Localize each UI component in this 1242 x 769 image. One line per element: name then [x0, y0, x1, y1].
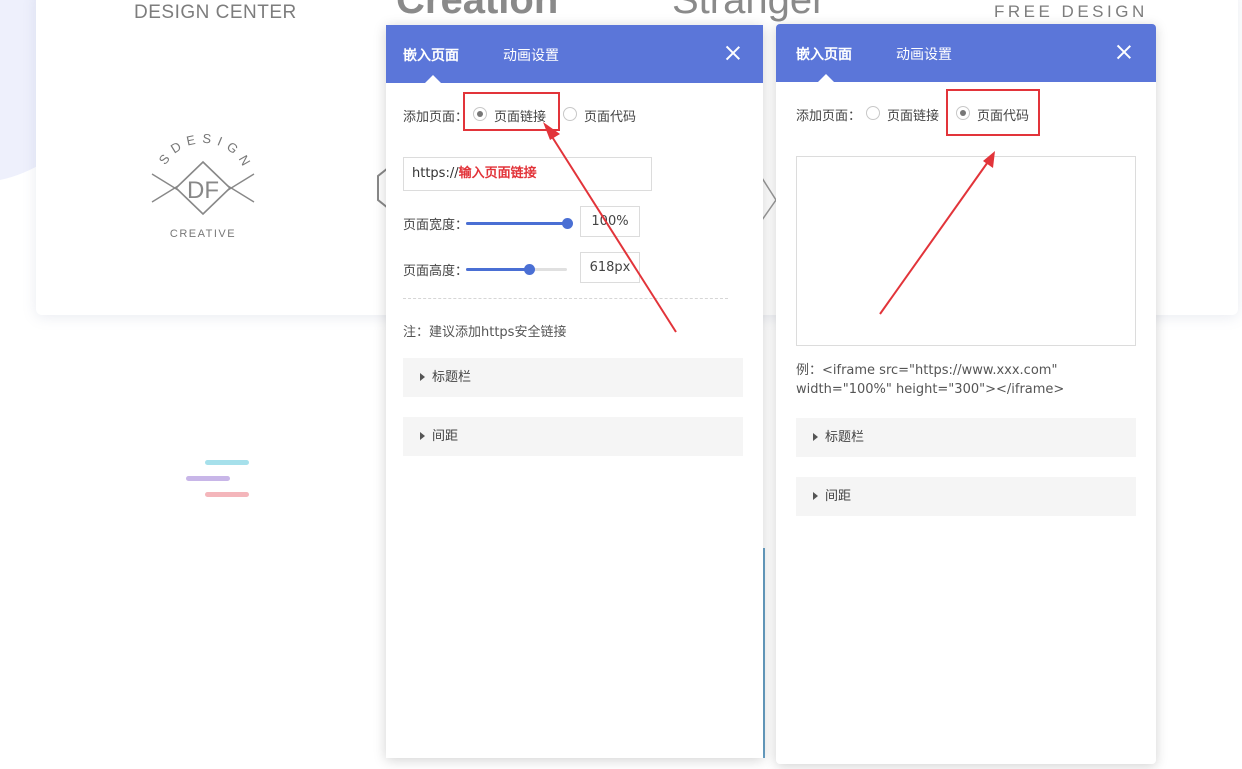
- caret-right-icon: [420, 432, 425, 440]
- tab-animation-settings[interactable]: 动画设置: [503, 45, 559, 65]
- page-url-input[interactable]: https://输入页面链接: [403, 157, 652, 191]
- tab-animation-settings[interactable]: 动画设置: [896, 44, 952, 64]
- tab-embed-page[interactable]: 嵌入页面: [403, 45, 459, 65]
- partial-logo-left: Creation: [396, 0, 559, 22]
- https-note: 注：建议添加https安全链接: [403, 325, 567, 340]
- url-prefix: https://: [412, 166, 459, 181]
- page-width-slider[interactable]: [466, 218, 573, 229]
- radio-page-link[interactable]: [866, 106, 880, 120]
- page-height-slider-handle[interactable]: [523, 264, 535, 275]
- iframe-example: 例：<iframe src="https://www.xxx.com" widt…: [796, 363, 1065, 397]
- accordion-title-bar[interactable]: 标题栏: [403, 358, 743, 397]
- df-design-logo: SDESIGN DF CREATIVE: [151, 134, 257, 240]
- accordion-title-bar[interactable]: 标题栏: [796, 418, 1136, 457]
- accordion-spacing-label: 间距: [825, 489, 852, 504]
- page-width-label: 页面宽度：: [403, 218, 469, 233]
- radio-page-code[interactable]: [563, 107, 577, 121]
- panel-header: 嵌入页面 动画设置: [386, 25, 763, 83]
- dashed-divider: [403, 298, 728, 299]
- url-placeholder: 输入页面链接: [458, 166, 537, 181]
- embed-page-panel-code: 嵌入页面 动画设置 添加页面： 页面链接 页面代码 例：<iframe src=…: [776, 24, 1156, 764]
- radio-page-link-label[interactable]: 页面链接: [887, 105, 939, 124]
- page-height-slider[interactable]: [466, 264, 567, 275]
- svg-text:SDESIGN: SDESIGN: [156, 134, 257, 173]
- active-tab-indicator: [425, 75, 441, 83]
- active-tab-indicator: [818, 74, 834, 82]
- radio-page-code-label[interactable]: 页面代码: [584, 106, 636, 125]
- accordion-title-bar-label: 标题栏: [825, 430, 865, 445]
- highlight-box: [946, 89, 1040, 136]
- add-page-label: 添加页面：: [796, 109, 862, 124]
- free-design-logo: FREE DESIGN: [994, 2, 1148, 21]
- page-height-input[interactable]: 618px: [580, 252, 640, 283]
- background-divider: [763, 548, 765, 758]
- accordion-spacing-label: 间距: [432, 429, 459, 444]
- df-logo-bottom-text: CREATIVE: [170, 228, 236, 240]
- df-logo-arc-text: SDESIGN: [156, 134, 251, 173]
- caret-right-icon: [420, 373, 425, 381]
- logo-fragment: [762, 178, 776, 220]
- add-page-label: 添加页面：: [403, 110, 469, 125]
- close-icon[interactable]: [725, 45, 741, 61]
- partial-logo-right: Stranger: [672, 0, 826, 22]
- accordion-spacing[interactable]: 间距: [796, 477, 1136, 516]
- df-logo-center-text: DF: [187, 177, 219, 204]
- caret-right-icon: [813, 433, 818, 441]
- screenshot-stage: Creation Stranger DESIGN CENTER FREE DES…: [0, 0, 1242, 769]
- decorative-lines: [186, 460, 249, 508]
- page-width-input[interactable]: 100%: [580, 206, 640, 237]
- embed-page-panel-link: 嵌入页面 动画设置 添加页面： 页面链接 页面代码 https://输入页面链接…: [386, 25, 763, 758]
- close-icon[interactable]: [1116, 44, 1132, 60]
- page-width-slider-fill: [466, 222, 567, 225]
- page-width-slider-handle[interactable]: [562, 218, 573, 229]
- caret-right-icon: [813, 492, 818, 500]
- page-height-label: 页面高度：: [403, 264, 469, 279]
- highlight-box: [463, 92, 560, 131]
- accordion-spacing[interactable]: 间距: [403, 417, 743, 456]
- design-center-logo: DESIGN CENTER: [134, 2, 297, 23]
- tab-embed-page[interactable]: 嵌入页面: [796, 44, 852, 64]
- accordion-title-bar-label: 标题栏: [432, 370, 472, 385]
- page-code-textarea[interactable]: [796, 156, 1136, 346]
- panel-header: 嵌入页面 动画设置: [776, 24, 1156, 82]
- page-height-slider-fill: [466, 268, 529, 271]
